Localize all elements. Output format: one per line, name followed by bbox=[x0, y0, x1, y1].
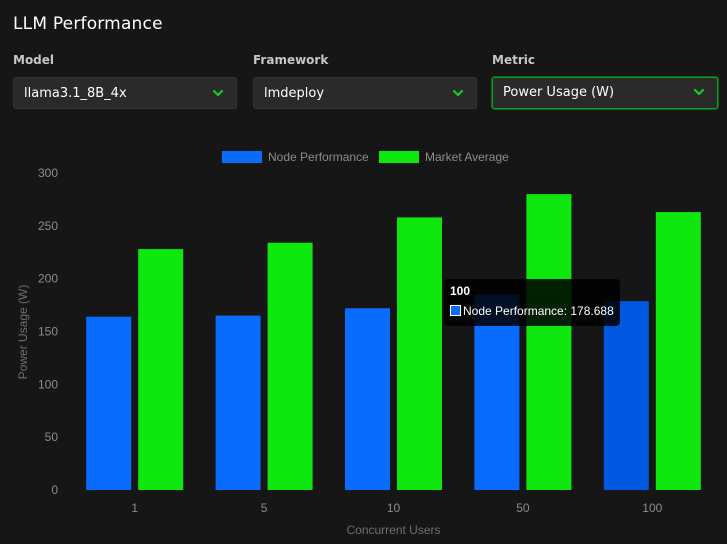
market-average-bar-5[interactable] bbox=[267, 242, 313, 490]
market-average-bar-10[interactable] bbox=[397, 217, 442, 490]
x-tick-label: 50 bbox=[516, 501, 530, 515]
power-usage-chart: Node Performance Market Average 050100150… bbox=[16, 150, 701, 537]
legend-swatch-node-performance[interactable] bbox=[222, 151, 262, 163]
chart-legend: Node Performance Market Average bbox=[222, 150, 509, 164]
y-tick-label: 100 bbox=[38, 377, 58, 391]
y-tick-label: 250 bbox=[38, 219, 58, 233]
x-axis-title: Concurrent Users bbox=[346, 523, 440, 537]
y-tick-label: 150 bbox=[38, 325, 58, 339]
x-tick-label: 10 bbox=[387, 501, 401, 515]
node-performance-bar-10[interactable] bbox=[345, 308, 390, 490]
x-tick-label: 100 bbox=[642, 501, 662, 515]
tooltip-text: Node Performance: 178.688 bbox=[463, 304, 614, 318]
legend-label-market-average[interactable]: Market Average bbox=[425, 150, 509, 164]
y-tick-label: 300 bbox=[38, 166, 58, 180]
chart-tooltip: 100 Node Performance: 178.688 bbox=[444, 279, 620, 326]
tooltip-swatch bbox=[450, 305, 461, 316]
y-axis-title: Power Usage (W) bbox=[16, 285, 30, 380]
tooltip-title: 100 bbox=[450, 284, 471, 298]
legend-label-node-performance[interactable]: Node Performance bbox=[268, 150, 369, 164]
market-average-bar-100[interactable] bbox=[655, 212, 701, 490]
node-performance-bar-100[interactable] bbox=[603, 301, 649, 490]
tooltip-row: Node Performance: 178.688 bbox=[450, 304, 614, 318]
market-average-bar-50[interactable] bbox=[526, 194, 572, 490]
bar-series bbox=[86, 194, 701, 490]
y-tick-label: 0 bbox=[51, 483, 58, 497]
legend-swatch-market-average[interactable] bbox=[379, 151, 419, 163]
x-tick-label: 1 bbox=[131, 501, 138, 515]
node-performance-bar-1[interactable] bbox=[86, 316, 132, 490]
y-axis: 0 50 100 150 200 250 300 bbox=[38, 166, 58, 497]
x-axis: 1 5 10 50 100 bbox=[131, 501, 662, 515]
y-tick-label: 50 bbox=[45, 430, 59, 444]
app-root: LLM Performance Model llama3.1_8B_4x Fra… bbox=[0, 0, 727, 544]
node-performance-bar-5[interactable] bbox=[215, 315, 261, 490]
x-tick-label: 5 bbox=[261, 501, 268, 515]
y-tick-label: 200 bbox=[38, 272, 58, 286]
market-average-bar-1[interactable] bbox=[138, 249, 184, 490]
